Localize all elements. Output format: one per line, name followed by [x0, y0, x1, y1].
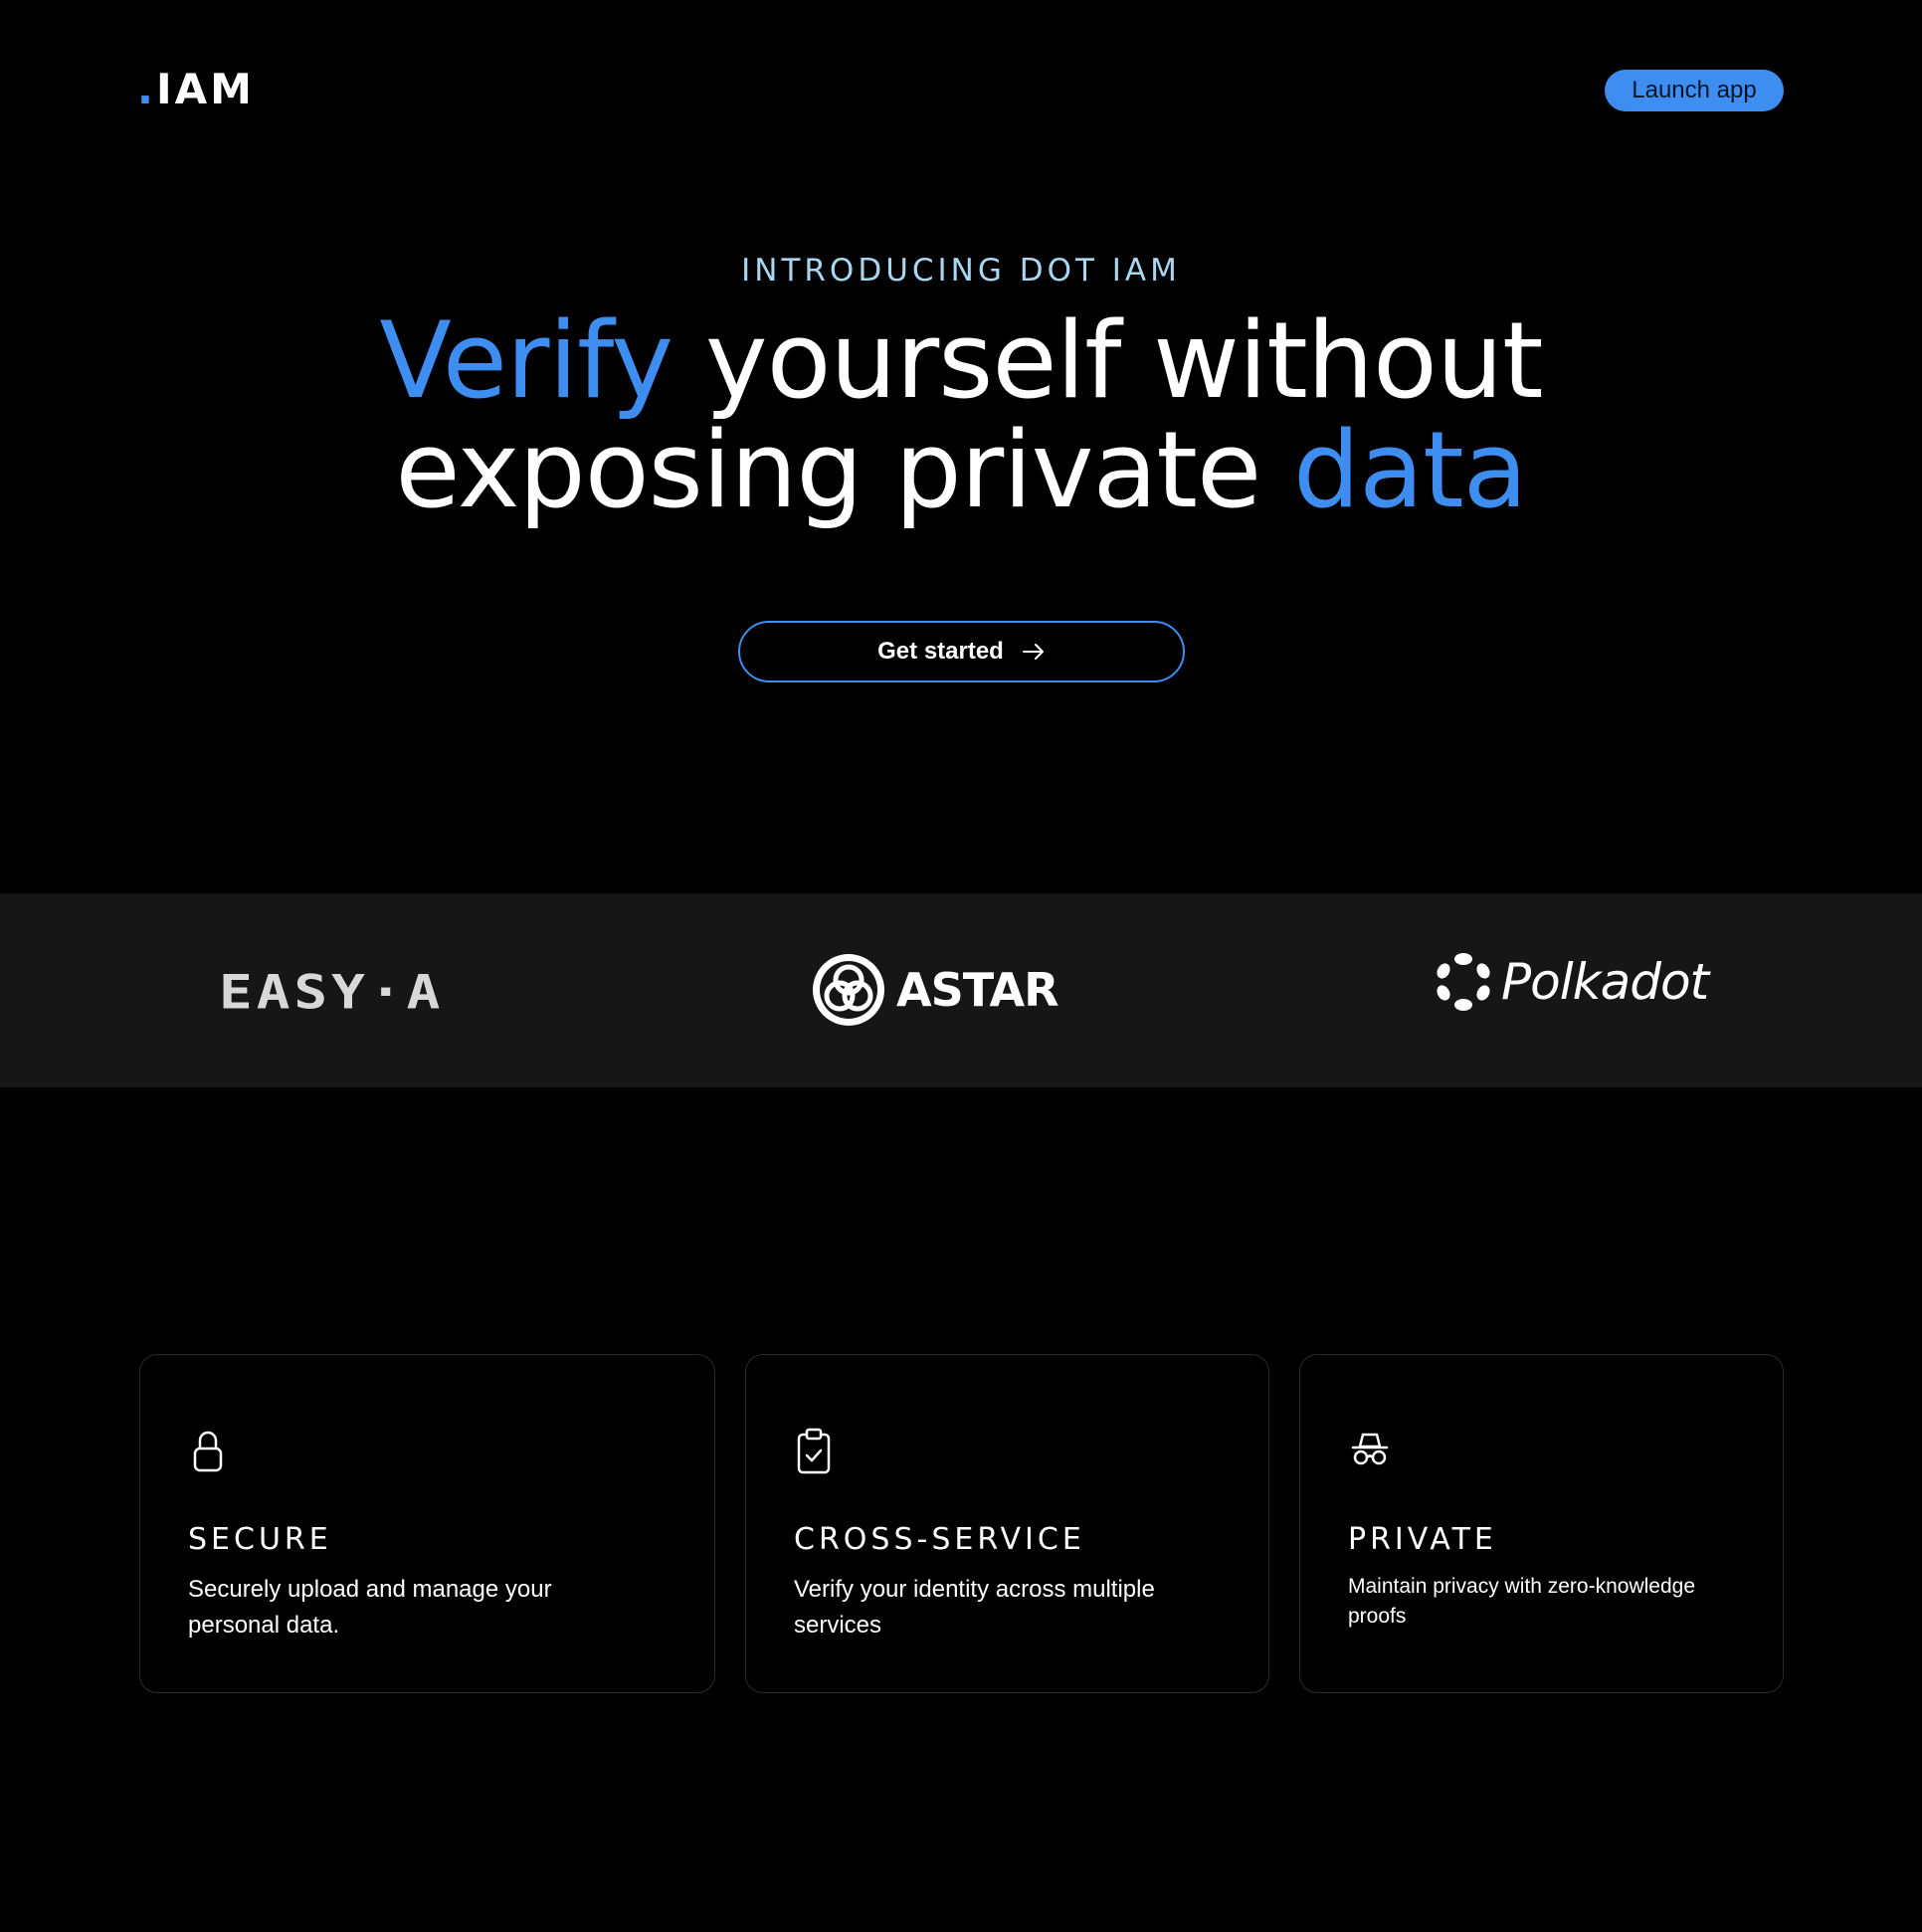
landing-page: .IAM Launch app INTRODUCING DOT IAM Veri… [0, 0, 1922, 1932]
feature-card-private: PRIVATE Maintain privacy with zero-knowl… [1299, 1354, 1784, 1693]
headline-accent-verify: Verify [379, 299, 673, 422]
partner-polkadot[interactable]: Polkadot [1436, 952, 1709, 1012]
headline-line-1: yourself without [673, 299, 1544, 422]
brand-logo[interactable]: .IAM [137, 66, 255, 113]
get-started-label: Get started [877, 638, 1004, 665]
feature-description: Verify your identity across multiple ser… [794, 1576, 1155, 1639]
launch-app-button[interactable]: Launch app [1605, 70, 1784, 111]
feature-title: SECURE [188, 1522, 332, 1557]
logo-dot: . [137, 65, 156, 113]
partner-easya[interactable]: EASY·A [219, 965, 444, 1021]
feature-title: CROSS-SERVICE [794, 1522, 1085, 1557]
polkadot-logo: Polkadot [1501, 953, 1709, 1011]
feature-description: Securely upload and manage your personal… [188, 1576, 552, 1639]
get-started-button[interactable]: Get started [738, 621, 1185, 682]
astar-logo-icon [813, 954, 884, 1026]
astar-logo: ASTAR [896, 963, 1059, 1017]
site-header: .IAM Launch app [0, 0, 1922, 179]
headline-accent-data: data [1292, 409, 1528, 531]
feature-card-secure: SECURE Securely upload and manage your p… [139, 1354, 715, 1693]
feature-description: Maintain privacy with zero-knowledge pro… [1348, 1575, 1695, 1628]
logo-text: IAM [155, 65, 255, 113]
feature-title: PRIVATE [1348, 1522, 1497, 1557]
partner-astar[interactable]: ASTAR [811, 952, 1059, 1028]
arrow-right-icon [1022, 644, 1044, 660]
polkadot-logo-icon [1437, 953, 1490, 1011]
easya-logo: EASY·A [219, 964, 445, 1021]
incognito-icon [1351, 1433, 1389, 1465]
clipboard-check-icon [797, 1428, 831, 1474]
feature-card-cross-service: CROSS-SERVICE Verify your identity acros… [745, 1354, 1269, 1693]
lock-icon [193, 1431, 223, 1472]
headline-line-2: exposing private [395, 409, 1293, 531]
hero-eyebrow: INTRODUCING DOT IAM [741, 253, 1181, 289]
hero-headline: Verify yourself without exposing private… [0, 306, 1922, 525]
